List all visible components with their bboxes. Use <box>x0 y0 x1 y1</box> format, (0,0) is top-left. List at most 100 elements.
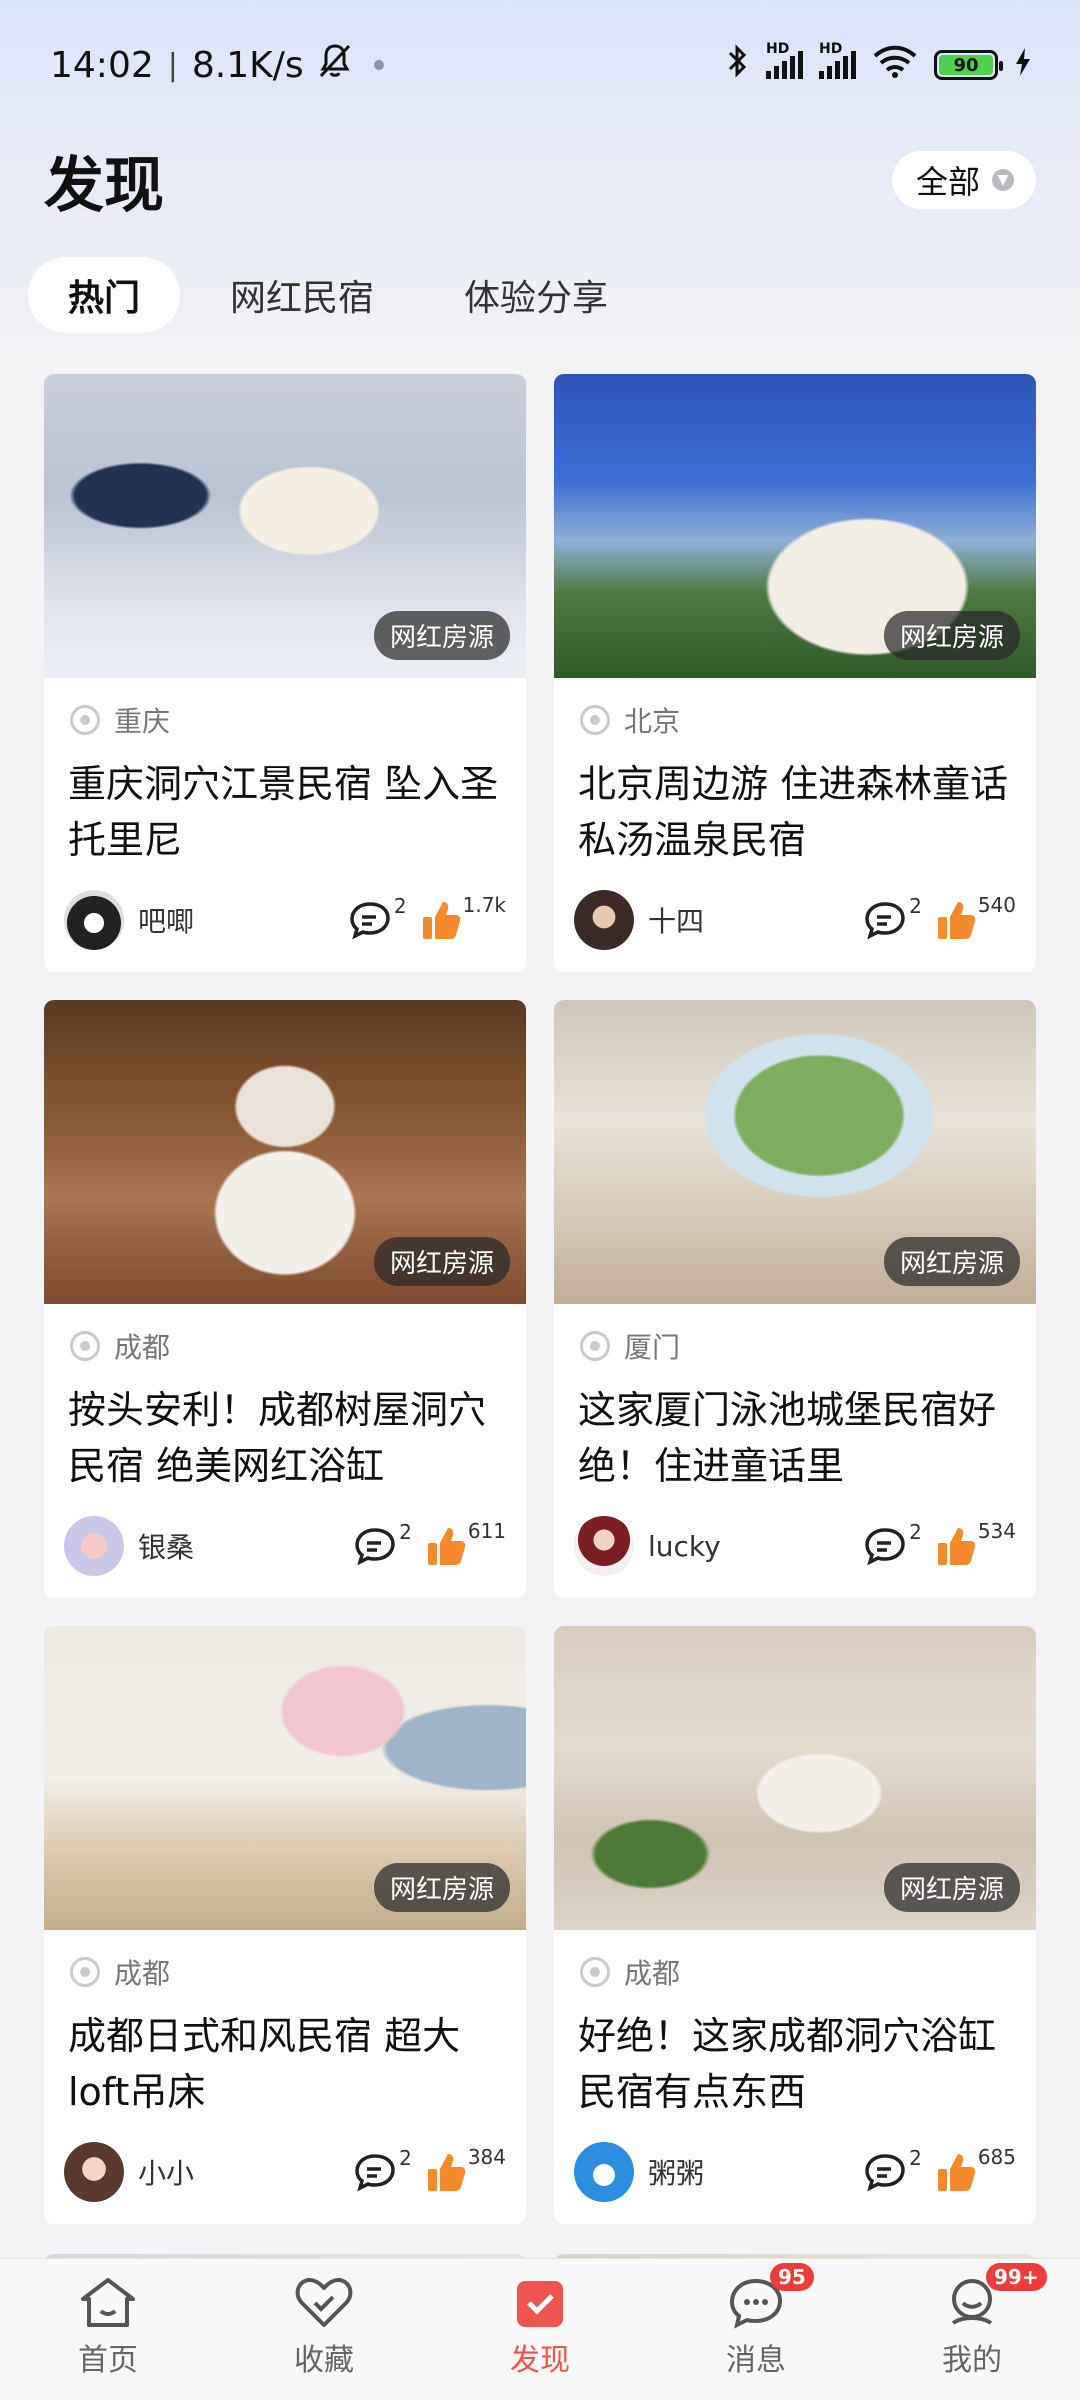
category-tabs: 热门 网红民宿 体验分享 <box>0 250 1080 340</box>
like-count: 611 <box>467 1519 506 1543</box>
battery-level: 90 <box>939 55 993 76</box>
feed-card[interactable]: 网红房源 成都 成都日式和风民宿 超大loft吊床 小小 2 384 <box>44 1626 526 2224</box>
card-image: 网红房源 <box>44 1000 526 1304</box>
battery-icon: 90 <box>934 50 1003 80</box>
comment-icon <box>350 902 390 940</box>
card-location: 重庆 <box>44 678 526 740</box>
filter-dropdown[interactable]: 全部 ▼ <box>891 151 1036 209</box>
comment-count: 2 <box>393 894 407 918</box>
comment-count: 2 <box>909 894 922 918</box>
feed-card[interactable]: 网红房源 北京 北京周边游 住进森林童话 私汤温泉民宿 十四 2 540 <box>554 374 1036 972</box>
card-image: 网红房源 <box>554 1000 1036 1304</box>
avatar[interactable] <box>574 2142 634 2202</box>
avatar[interactable] <box>64 2142 124 2202</box>
location-text: 北京 <box>624 705 681 738</box>
location-text: 成都 <box>114 1331 171 1364</box>
nav-label: 发现 <box>510 2342 570 2378</box>
card-footer: 吧唧 2 1.7k <box>64 888 506 952</box>
status-time: 14:02 <box>50 44 154 86</box>
thumbs-up-icon <box>937 902 976 939</box>
comment-count: 2 <box>909 1520 922 1544</box>
thumbs-up-icon <box>427 2154 466 2191</box>
comment-stat[interactable]: 2 <box>863 1520 922 1566</box>
thumbs-up-icon <box>937 1528 976 1565</box>
comment-icon <box>865 2154 905 2192</box>
feed-card[interactable]: 网红房源 重庆 重庆洞穴江景民宿 坠入圣托里尼 吧唧 2 1.7k <box>44 374 526 972</box>
card-badge: 网红房源 <box>373 611 510 660</box>
author-name[interactable]: lucky <box>648 1530 849 1563</box>
author-name[interactable]: 十四 <box>648 900 849 940</box>
card-title: 这家厦门泳池城堡民宿好绝！住进童话里 <box>578 1388 997 1488</box>
signal-icon: HD <box>766 41 803 79</box>
card-badge: 网红房源 <box>373 1863 510 1912</box>
avatar[interactable] <box>64 890 124 950</box>
filter-label: 全部 <box>915 163 980 201</box>
feed-card[interactable]: 网红房源 厦门 这家厦门泳池城堡民宿好绝！住进童话里 lucky 2 534 <box>554 1000 1036 1598</box>
nav-profile[interactable]: 99+ 我的 <box>882 2262 1062 2379</box>
nav-label: 消息 <box>726 2342 786 2378</box>
card-image: 网红房源 <box>44 374 526 678</box>
tab-experience-share[interactable]: 体验分享 <box>424 257 648 333</box>
avatar[interactable] <box>574 1516 634 1576</box>
nav-favorites[interactable]: 收藏 <box>234 2275 414 2379</box>
tab-influencer-homestay[interactable]: 网红民宿 <box>190 257 414 333</box>
nav-home[interactable]: 首页 <box>18 2275 198 2379</box>
comment-count: 2 <box>399 2146 412 2170</box>
card-image: 网红房源 <box>554 374 1036 678</box>
location-pin-icon <box>70 1331 100 1361</box>
location-pin-icon <box>580 705 610 735</box>
home-icon <box>81 2277 135 2327</box>
like-count: 540 <box>977 893 1016 917</box>
comment-icon <box>865 902 905 940</box>
author-name[interactable]: 吧唧 <box>138 900 334 940</box>
comment-icon <box>355 1528 395 1566</box>
feed-grid: 网红房源 重庆 重庆洞穴江景民宿 坠入圣托里尼 吧唧 2 1.7k 网红房源 北… <box>44 374 1038 2224</box>
card-title: 成都日式和风民宿 超大loft吊床 <box>68 2014 461 2114</box>
like-stat[interactable]: 1.7k <box>421 893 506 941</box>
card-location: 成都 <box>44 1304 526 1366</box>
comment-stat[interactable]: 2 <box>348 894 407 940</box>
author-name[interactable]: 粥粥 <box>648 2152 849 2192</box>
comment-stat[interactable]: 2 <box>353 2146 412 2192</box>
tab-hot[interactable]: 热门 <box>28 257 181 333</box>
nav-discover[interactable]: 发现 <box>450 2275 630 2379</box>
like-count: 534 <box>977 1519 1016 1543</box>
card-footer: 粥粥 2 685 <box>574 2140 1016 2204</box>
unread-badge: 95 <box>770 2262 814 2291</box>
comment-stat[interactable]: 2 <box>863 894 922 940</box>
like-stat[interactable]: 540 <box>936 893 1016 941</box>
like-stat[interactable]: 384 <box>426 2145 506 2193</box>
charging-icon <box>1014 45 1032 86</box>
avatar[interactable] <box>574 890 634 950</box>
avatar[interactable] <box>64 1516 124 1576</box>
card-title: 按头安利！成都树屋洞穴民宿 绝美网红浴缸 <box>68 1388 487 1488</box>
comment-count: 2 <box>399 1520 412 1544</box>
comment-icon <box>355 2154 395 2192</box>
card-footer: 小小 2 384 <box>64 2140 506 2204</box>
feed-card[interactable]: 网红房源 成都 好绝！这家成都洞穴浴缸民宿有点东西 粥粥 2 685 <box>554 1626 1036 2224</box>
thumbs-up-icon <box>422 902 460 939</box>
like-stat[interactable]: 611 <box>426 1519 506 1567</box>
nav-messages[interactable]: 95 消息 <box>666 2262 846 2379</box>
signal-icon-2: HD <box>819 41 856 79</box>
location-pin-icon <box>70 1957 100 1987</box>
location-text: 成都 <box>624 1957 681 1990</box>
feed-card[interactable]: 网红房源 成都 按头安利！成都树屋洞穴民宿 绝美网红浴缸 银桑 2 611 <box>44 1000 526 1598</box>
page-header: 发现 全部 ▼ <box>0 130 1080 230</box>
location-text: 重庆 <box>114 705 171 738</box>
nav-label: 首页 <box>78 2342 138 2378</box>
card-title: 重庆洞穴江景民宿 坠入圣托里尼 <box>68 762 499 862</box>
location-text: 成都 <box>114 1957 171 1990</box>
comment-stat[interactable]: 2 <box>863 2146 922 2192</box>
author-name[interactable]: 小小 <box>138 2152 339 2192</box>
nav-label: 收藏 <box>294 2342 354 2378</box>
card-badge: 网红房源 <box>883 611 1020 660</box>
author-name[interactable]: 银桑 <box>138 1526 339 1566</box>
like-count: 384 <box>467 2145 506 2169</box>
card-image: 网红房源 <box>44 1626 526 1930</box>
card-location: 北京 <box>554 678 1036 740</box>
status-divider: | <box>167 47 178 83</box>
comment-stat[interactable]: 2 <box>353 1520 412 1566</box>
like-stat[interactable]: 685 <box>936 2145 1016 2193</box>
like-stat[interactable]: 534 <box>936 1519 1016 1567</box>
